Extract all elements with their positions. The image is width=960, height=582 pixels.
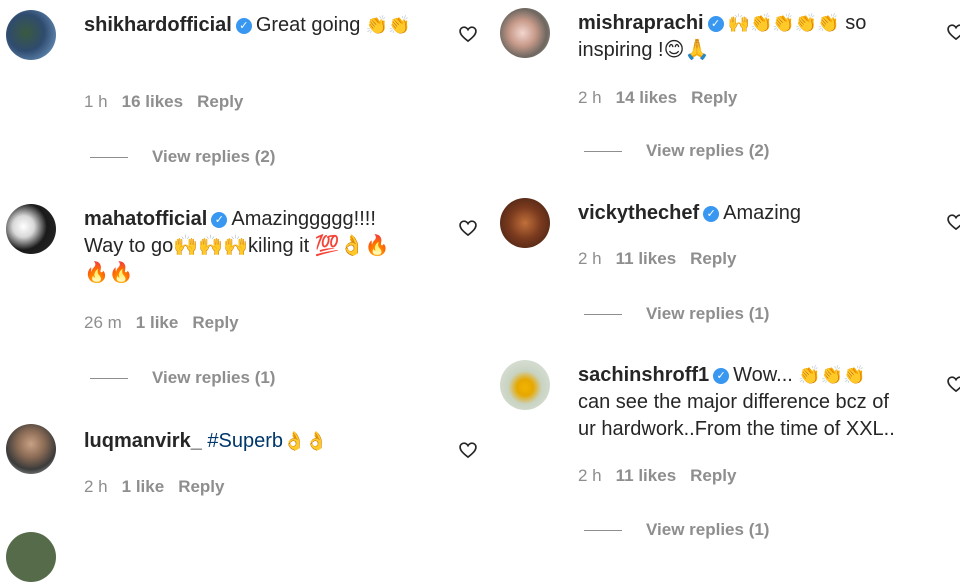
view-replies-label: View replies (2) (646, 141, 770, 160)
comment-username[interactable]: mishraprachi (578, 12, 704, 34)
comment-body: mahatofficial ✓ Amazinggggg!!!! Way to go🙌… (84, 206, 454, 287)
verified-badge-icon: ✓ (713, 368, 730, 384)
comment-likes[interactable]: 1 like (136, 313, 179, 332)
verified-badge-icon: ✓ (703, 206, 720, 222)
comment-meta: 2 h 1 like Reply (84, 477, 238, 497)
avatar[interactable] (6, 532, 56, 582)
view-replies-button[interactable]: View replies (2) (90, 147, 275, 167)
comment-text-line1-end: so (845, 12, 867, 34)
divider-line (90, 157, 128, 159)
avatar[interactable] (500, 360, 550, 410)
comment-username[interactable]: luqmanvirk_ (84, 430, 202, 452)
reply-button[interactable]: Reply (690, 249, 736, 268)
view-replies-label: View replies (2) (152, 147, 276, 166)
comment-username[interactable]: sachinshroff1 (578, 364, 709, 386)
like-heart-icon[interactable] (946, 22, 960, 42)
comment-text-line3: 🔥🔥 (84, 262, 134, 284)
comment-hashtag-link[interactable]: #Superb (207, 430, 283, 452)
avatar[interactable] (6, 424, 56, 474)
comment-time: 2 h (578, 249, 602, 268)
verified-badge-icon: ✓ (707, 16, 724, 32)
comment-emojis: 👏👏 (365, 15, 411, 36)
like-heart-icon[interactable] (458, 218, 478, 238)
view-replies-button[interactable]: View replies (2) (584, 141, 769, 161)
comment-meta: 2 h 11 likes Reply (578, 466, 750, 486)
comment-text-line3: ur hardwork..From the time of XXL.. (578, 418, 895, 440)
divider-line (584, 530, 622, 532)
comment-text: Amazing (723, 202, 801, 224)
verified-badge-icon: ✓ (235, 18, 252, 34)
comment-meta: 26 m 1 like Reply (84, 313, 253, 333)
comment-body: sachinshroff1 ✓ Wow... 👏👏👏 can see the maj… (578, 362, 958, 443)
comment-likes[interactable]: 11 likes (616, 249, 677, 268)
reply-button[interactable]: Reply (192, 313, 238, 332)
reply-button[interactable]: Reply (178, 477, 224, 496)
comment-likes[interactable]: 16 likes (122, 92, 183, 111)
avatar[interactable] (500, 8, 550, 58)
view-replies-button[interactable]: View replies (1) (584, 304, 769, 324)
avatar[interactable] (6, 204, 56, 254)
divider-line (90, 378, 128, 380)
avatar[interactable] (500, 198, 550, 248)
reply-button[interactable]: Reply (690, 466, 736, 485)
verified-badge-icon: ✓ (211, 212, 228, 228)
comment-text-line2: can see the major difference bcz of (578, 391, 889, 413)
reply-button[interactable]: Reply (197, 92, 243, 111)
comment-body: shikhardofficial ✓ Great going 👏👏 (84, 12, 424, 39)
comment-likes[interactable]: 14 likes (616, 88, 677, 107)
comment-meta: 2 h 14 likes Reply (578, 88, 751, 108)
comment-emojis: 👌👌 (283, 431, 328, 452)
comment-text-line2: Way to go🙌🙌🙌kiling it 💯👌🔥 (84, 235, 390, 257)
comment-meta: 2 h 11 likes Reply (578, 249, 750, 269)
comment-likes[interactable]: 1 like (122, 477, 165, 496)
like-heart-icon[interactable] (946, 212, 960, 232)
comment-username[interactable]: mahatofficial (84, 208, 207, 230)
avatar[interactable] (6, 10, 56, 60)
view-replies-button[interactable]: View replies (1) (90, 368, 275, 388)
comment-text-line1: Wow... (733, 364, 793, 386)
comment-time: 2 h (578, 88, 602, 107)
view-replies-button[interactable]: View replies (1) (584, 520, 769, 540)
comment-body: luqmanvirk_ #Superb👌👌 (84, 428, 424, 455)
view-replies-label: View replies (1) (646, 304, 770, 323)
like-heart-icon[interactable] (458, 440, 478, 460)
comment-username[interactable]: shikhardofficial (84, 14, 232, 36)
comment-emojis: 👏👏👏 (798, 365, 866, 386)
comment-likes[interactable]: 11 likes (616, 466, 677, 485)
comment-time: 2 h (84, 477, 108, 496)
comment-time: 2 h (578, 466, 602, 485)
like-heart-icon[interactable] (458, 24, 478, 44)
divider-line (584, 314, 622, 316)
reply-button[interactable]: Reply (691, 88, 737, 107)
comment-meta: 1 h 16 likes Reply (84, 92, 257, 112)
comment-time: 1 h (84, 92, 108, 111)
view-replies-label: View replies (1) (152, 368, 276, 387)
comment-emojis: 🙌👏👏👏👏 (727, 13, 840, 34)
view-replies-label: View replies (1) (646, 520, 770, 539)
comment-body: mishraprachi ✓ 🙌👏👏👏👏 so inspiring !😊🙏 (578, 10, 938, 64)
comment-text-line2: inspiring !😊🙏 (578, 39, 710, 61)
comment-time: 26 m (84, 313, 122, 332)
divider-line (584, 151, 622, 153)
like-heart-icon[interactable] (946, 374, 960, 394)
comment-text-line1: Amazinggggg!!!! (231, 208, 376, 230)
comment-text: Great going (255, 14, 361, 36)
comment-username[interactable]: vickythechef (578, 202, 699, 224)
comment-body: vickythechef ✓ Amazing (578, 200, 938, 227)
